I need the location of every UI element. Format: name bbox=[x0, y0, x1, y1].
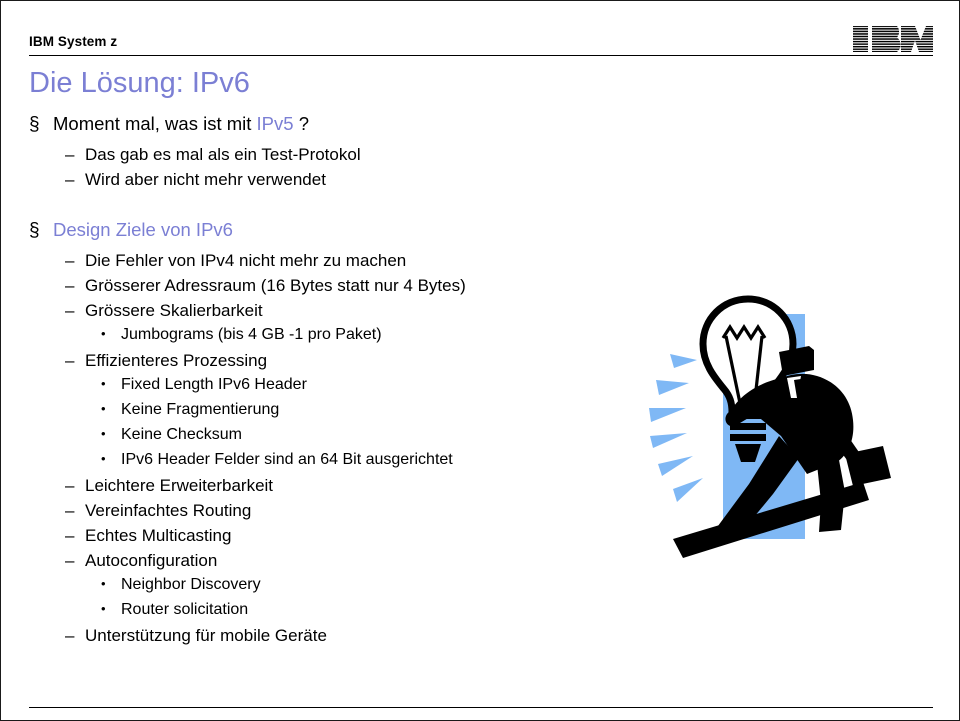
bullet-text-segment: Effizienteres Prozessing bbox=[85, 351, 268, 370]
bullet-text: Die Fehler von IPv4 nicht mehr zu machen bbox=[85, 251, 406, 271]
bullet-text-segment: Autoconfiguration bbox=[85, 551, 218, 570]
bullet-marker-level2: – bbox=[65, 251, 75, 270]
bullet-effizienteres-prozessing: – Effizienteres Prozessing bbox=[1, 351, 641, 376]
bullet-text-segment: Das gab es mal als ein Test-Protokol bbox=[85, 145, 361, 164]
bullet-text-segment: Moment mal, was ist mit bbox=[53, 113, 257, 134]
bullet-text-segment: Keine Fragmentierung bbox=[121, 401, 280, 418]
bullet-spacer bbox=[1, 195, 641, 219]
bullet-marker-level2: – bbox=[65, 301, 75, 320]
bullet-text-segment: Neighbor Discovery bbox=[121, 576, 261, 593]
bullet-marker-level3: • bbox=[101, 576, 106, 591]
slide-footer: VS © 2010 IBM Corporation bbox=[1, 660, 959, 720]
bullet-text: Grössere Skalierbarkeit bbox=[85, 301, 263, 321]
bullet-text: Moment mal, was ist mit IPv5 ? bbox=[53, 113, 309, 135]
bullet-marker-level2: – bbox=[65, 351, 75, 370]
bullet-text-segment: Die Fehler von IPv4 nicht mehr zu machen bbox=[85, 251, 407, 270]
lightbulb-businessman-illustration bbox=[631, 286, 941, 571]
slide: IBM System z Die Lösung: IPv6 § Moment ma… bbox=[0, 0, 960, 721]
bullet-marker-level2: – bbox=[65, 626, 75, 645]
bullet-router-solicitation: • Router solicitation bbox=[1, 601, 641, 626]
bullet-marker-level3: • bbox=[101, 376, 106, 391]
bullet-neighbor-discovery: • Neighbor Discovery bbox=[1, 576, 641, 601]
bullet-text-segment: Fixed Length IPv6 Header bbox=[121, 376, 307, 393]
bullet-marker-level2: – bbox=[65, 276, 75, 295]
bullet-keine-fragmentierung: • Keine Fragmentierung bbox=[1, 401, 641, 426]
bullet-text: Vereinfachtes Routing bbox=[85, 501, 251, 521]
bullet-mobile-geraete: – Unterstützung für mobile Geräte bbox=[1, 626, 641, 651]
bullet-text-segment: IPv5 bbox=[256, 113, 294, 134]
bullet-text: Das gab es mal als ein Test-Protokol bbox=[85, 145, 361, 165]
bullet-fehler-ipv4: – Die Fehler von IPv4 nicht mehr zu mache… bbox=[1, 251, 641, 276]
header-divider bbox=[29, 55, 933, 56]
page-title: Die Lösung: IPv6 bbox=[29, 67, 250, 99]
bullet-marker-level2: – bbox=[65, 170, 75, 189]
bullet-text: Fixed Length IPv6 Header bbox=[121, 376, 307, 394]
bullet-list: § Moment mal, was ist mit IPv5 ? – Das gab … bbox=[1, 113, 641, 651]
bullet-keine-checksum: • Keine Checksum bbox=[1, 426, 641, 451]
bullet-marker-level2: – bbox=[65, 501, 75, 520]
bullet-text: Neighbor Discovery bbox=[121, 576, 261, 594]
bullet-marker-level2: – bbox=[65, 145, 75, 164]
bullet-skalierbarkeit: – Grössere Skalierbarkeit bbox=[1, 301, 641, 326]
bullet-erweiterbarkeit: – Leichtere Erweiterbarkeit bbox=[1, 476, 641, 501]
bullet-marker-level2: – bbox=[65, 476, 75, 495]
bullet-marker-level3: • bbox=[101, 426, 106, 441]
slide-header: IBM System z bbox=[1, 1, 959, 57]
bullet-header-felder-64bit: • IPv6 Header Felder sind an 64 Bit ausge… bbox=[1, 451, 641, 476]
bullet-marker-level3: • bbox=[101, 326, 106, 341]
bullet-text-segment: Keine Checksum bbox=[121, 426, 242, 443]
bullet-autoconfiguration: – Autoconfiguration bbox=[1, 551, 641, 576]
bullet-text: Jumbograms (bis 4 GB -1 pro Paket) bbox=[121, 326, 382, 344]
bullet-text: Leichtere Erweiterbarkeit bbox=[85, 476, 273, 496]
bullet-text-segment: Grössere Skalierbarkeit bbox=[85, 301, 263, 320]
bullet-nicht-mehr-verwendet: – Wird aber nicht mehr verwendet bbox=[1, 170, 641, 195]
bullet-fixed-length-header: • Fixed Length IPv6 Header bbox=[1, 376, 641, 401]
bullet-text: Autoconfiguration bbox=[85, 551, 217, 571]
bullet-text: Grösserer Adressraum (16 Bytes statt nur… bbox=[85, 276, 466, 296]
bullet-marker-level3: • bbox=[101, 601, 106, 616]
bullet-marker-level1: § bbox=[29, 114, 40, 135]
footer-divider bbox=[29, 707, 933, 708]
bullet-marker-level3: • bbox=[101, 401, 106, 416]
bullet-text: IPv6 Header Felder sind an 64 Bit ausger… bbox=[121, 451, 453, 469]
bullet-jumbograms: • Jumbograms (bis 4 GB -1 pro Paket) bbox=[1, 326, 641, 351]
bullet-marker-level2: – bbox=[65, 551, 75, 570]
bullet-moment-mal: § Moment mal, was ist mit IPv5 ? bbox=[1, 113, 641, 145]
bullet-text: Unterstützung für mobile Geräte bbox=[85, 626, 327, 646]
bullet-text-segment: ? bbox=[293, 113, 310, 134]
light-ray-triangles bbox=[649, 354, 703, 502]
bullet-text-segment: Vereinfachtes Routing bbox=[85, 501, 252, 520]
bullet-text-segment: Grösserer Adressraum (16 Bytes statt nur… bbox=[85, 276, 466, 295]
bullet-text-segment: Jumbograms (bis 4 GB -1 pro Paket) bbox=[121, 326, 382, 343]
bullet-marker-level2: – bbox=[65, 526, 75, 545]
bullet-text: Wird aber nicht mehr verwendet bbox=[85, 170, 326, 190]
bullet-test-protokol: – Das gab es mal als ein Test-Protokol bbox=[1, 145, 641, 170]
bullet-text: Keine Checksum bbox=[121, 426, 242, 444]
ibm-logo bbox=[853, 23, 933, 55]
bullet-text: Router solicitation bbox=[121, 601, 248, 619]
bullet-design-ziele: § Design Ziele von IPv6 bbox=[1, 219, 641, 251]
bullet-text: Keine Fragmentierung bbox=[121, 401, 279, 419]
bullet-marker-level1: § bbox=[29, 220, 40, 241]
bullet-text-segment: IPv6 Header Felder sind an 64 Bit ausger… bbox=[121, 451, 453, 468]
brand-label: IBM System z bbox=[29, 34, 118, 49]
bullet-text-segment: Leichtere Erweiterbarkeit bbox=[85, 476, 274, 495]
bullet-text: Design Ziele von IPv6 bbox=[53, 219, 233, 241]
bullet-adressraum: – Grösserer Adressraum (16 Bytes statt nu… bbox=[1, 276, 641, 301]
bullet-text-segment: Router solicitation bbox=[121, 601, 249, 618]
bullet-text: Effizienteres Prozessing bbox=[85, 351, 267, 371]
bullet-marker-level3: • bbox=[101, 451, 106, 466]
bullet-text-segment: Wird aber nicht mehr verwendet bbox=[85, 170, 326, 189]
bullet-vereinfachtes-routing: – Vereinfachtes Routing bbox=[1, 501, 641, 526]
bullet-text: Echtes Multicasting bbox=[85, 526, 231, 546]
bullet-text-segment: Echtes Multicasting bbox=[85, 526, 232, 545]
bullet-echtes-multicasting: – Echtes Multicasting bbox=[1, 526, 641, 551]
bullet-text-segment: Design Ziele von IPv6 bbox=[53, 219, 233, 240]
bullet-text-segment: Unterstützung für mobile Geräte bbox=[85, 626, 327, 645]
